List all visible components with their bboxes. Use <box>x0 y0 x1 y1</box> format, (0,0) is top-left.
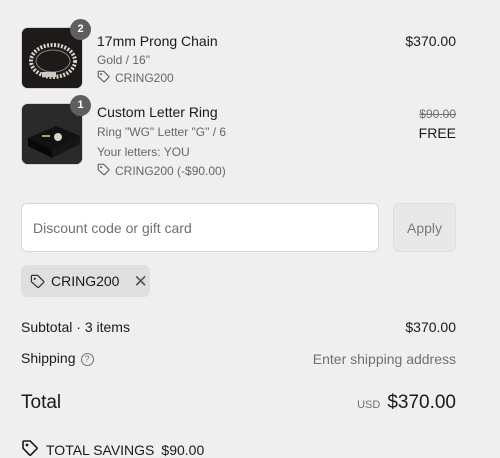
item-discount-code: CRING200 <box>97 70 174 86</box>
tag-icon <box>97 70 110 86</box>
quantity-badge: 2 <box>70 19 91 40</box>
item-discount-code: CRING200 (-$90.00) <box>97 163 226 179</box>
currency-code: USD <box>357 399 381 411</box>
item-title: 17mm Prong Chain <box>97 33 218 49</box>
savings-label: TOTAL SAVINGS <box>46 441 155 458</box>
tag-icon <box>97 163 110 179</box>
total-savings: TOTAL SAVINGS $90.00 <box>21 439 204 458</box>
tag-icon <box>30 274 45 289</box>
close-icon[interactable]: ✕ <box>133 273 147 290</box>
help-circle-icon[interactable]: ? <box>80 353 94 366</box>
item-price: $370.00 <box>405 33 456 49</box>
total-amount: $370.00 <box>387 392 456 413</box>
apply-discount-button[interactable]: Apply <box>393 203 456 252</box>
savings-tag-icon <box>21 439 39 458</box>
product-thumbnail-ring: 1 <box>21 95 91 165</box>
subtotal-value: $370.00 <box>405 319 456 335</box>
shipping-row: Shipping? <box>21 350 94 366</box>
item-variant: Ring "WG" Letter "G" / 6 <box>97 125 227 139</box>
total-label: Total <box>21 392 62 413</box>
item-price: FREE <box>418 125 456 141</box>
item-original-price: $90.00 <box>419 107 456 121</box>
item-variant: Gold / 16" <box>97 53 150 67</box>
shipping-label: Shipping <box>21 350 76 366</box>
item-discount-code-label: CRING200 <box>115 71 174 85</box>
savings-value: $90.00 <box>161 441 205 458</box>
quantity-badge: 1 <box>70 95 91 116</box>
total-price: USD $370.00 <box>357 392 456 414</box>
item-custom-text: Your letters: YOU <box>97 145 190 159</box>
applied-discount-code: CRING200 <box>51 273 120 289</box>
product-thumbnail-chain: 2 <box>21 19 91 89</box>
subtotal-label: Subtotal · 3 items <box>21 319 130 335</box>
discount-code-input[interactable] <box>21 203 379 252</box>
applied-discount-chip: CRING200 ✕ <box>21 265 150 297</box>
item-discount-code-label: CRING200 (-$90.00) <box>115 164 226 178</box>
shipping-value: Enter shipping address <box>312 351 456 367</box>
item-title: Custom Letter Ring <box>97 104 218 120</box>
